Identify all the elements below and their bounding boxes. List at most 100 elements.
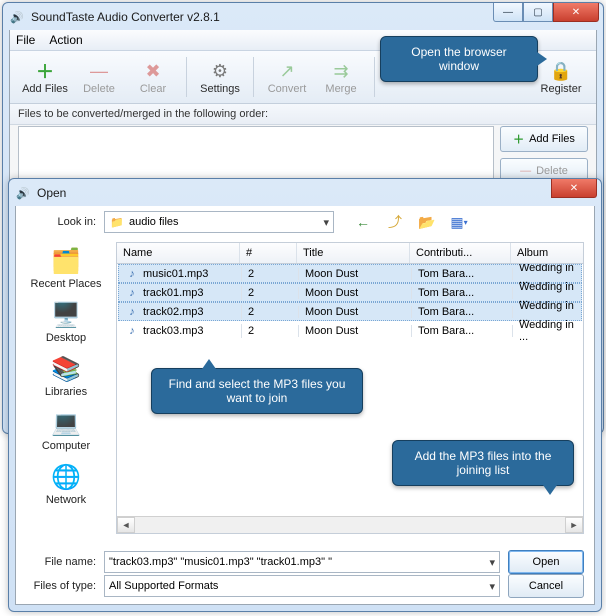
nav-up-button[interactable]: ⤴ bbox=[384, 211, 406, 233]
file-album: Wedding in ... bbox=[513, 319, 581, 343]
convert-icon: ↗ bbox=[279, 59, 294, 83]
main-title: SoundTaste Audio Converter v2.8.1 bbox=[31, 10, 220, 24]
maximize-button[interactable]: ▢ bbox=[523, 3, 553, 22]
side-add-files[interactable]: ＋Add Files bbox=[500, 126, 588, 152]
app-icon: 🔊 bbox=[9, 9, 25, 25]
lookin-label: Look in: bbox=[26, 216, 96, 228]
col-num[interactable]: # bbox=[240, 243, 297, 263]
file-name: track03.mp3 bbox=[143, 325, 204, 337]
file-list-header[interactable]: Name # Title Contributi... Album bbox=[116, 242, 584, 264]
tooltip-find-select: Find and select the MP3 files you want t… bbox=[151, 368, 363, 414]
tb-add-files[interactable]: ＋Add Files bbox=[18, 53, 72, 101]
lock-icon: 🔒 bbox=[550, 59, 572, 83]
tb-convert[interactable]: ↗Convert bbox=[260, 53, 314, 101]
file-title: Moon Dust bbox=[299, 325, 412, 337]
file-contrib: Tom Bara... bbox=[412, 287, 513, 299]
minus-icon: — bbox=[90, 59, 108, 83]
place-label: Network bbox=[46, 494, 86, 506]
tb-clear[interactable]: ✖Clear bbox=[126, 53, 180, 101]
music-file-icon: ♪ bbox=[125, 286, 139, 300]
nav-views-button[interactable]: ▦▾ bbox=[448, 211, 470, 233]
music-file-icon: ♪ bbox=[125, 305, 139, 319]
file-contrib: Tom Bara... bbox=[412, 306, 513, 318]
file-title: Moon Dust bbox=[299, 287, 412, 299]
menu-action[interactable]: Action bbox=[49, 33, 82, 47]
lookin-row: Look in: 📁 audio files ▾ ← ⤴ 📂 ▦▾ bbox=[16, 206, 594, 238]
scroll-right-icon[interactable]: ► bbox=[565, 517, 583, 533]
col-title[interactable]: Title bbox=[297, 243, 410, 263]
place-label: Libraries bbox=[45, 386, 87, 398]
lookin-value: audio files bbox=[129, 216, 179, 228]
gear-icon: ⚙ bbox=[212, 59, 228, 83]
nav-newfolder-button[interactable]: 📂 bbox=[416, 211, 438, 233]
file-title: Moon Dust bbox=[299, 306, 412, 318]
dialog-icon: 🔊 bbox=[15, 185, 31, 201]
toolbar-separator bbox=[374, 57, 375, 97]
place-network[interactable]: 🌐 Network bbox=[46, 462, 86, 506]
file-name: track02.mp3 bbox=[143, 306, 204, 318]
plus-icon: ＋ bbox=[513, 131, 524, 147]
list-caption: Files to be converted/merged in the foll… bbox=[10, 104, 596, 125]
file-num: 2 bbox=[242, 268, 299, 280]
place-icon: 💻 bbox=[48, 408, 84, 438]
dialog-close-button[interactable]: ✕ bbox=[551, 179, 597, 198]
dialog-titlebar[interactable]: 🔊 Open ✕ bbox=[9, 179, 601, 207]
place-label: Recent Places bbox=[31, 278, 102, 290]
menu-file[interactable]: File bbox=[16, 33, 35, 47]
filetype-value: All Supported Formats bbox=[109, 580, 218, 592]
chevron-down-icon: ▾ bbox=[323, 216, 329, 229]
nav-back-button[interactable]: ← bbox=[352, 211, 374, 233]
minimize-button[interactable]: — bbox=[493, 3, 523, 22]
place-icon: 🌐 bbox=[48, 462, 84, 492]
col-name[interactable]: Name bbox=[117, 243, 240, 263]
col-contrib[interactable]: Contributi... bbox=[410, 243, 511, 263]
file-num: 2 bbox=[242, 287, 299, 299]
file-title: Moon Dust bbox=[299, 268, 412, 280]
chevron-down-icon: ▾ bbox=[489, 580, 495, 593]
tb-delete[interactable]: —Delete bbox=[72, 53, 126, 101]
file-num: 2 bbox=[242, 325, 299, 337]
music-file-icon: ♪ bbox=[125, 267, 139, 281]
file-num: 2 bbox=[242, 306, 299, 318]
place-recent-places[interactable]: 🗂️ Recent Places bbox=[31, 246, 102, 290]
horizontal-scrollbar[interactable]: ◄ ► bbox=[117, 516, 583, 533]
filename-label: File name: bbox=[26, 556, 96, 568]
minus-icon: — bbox=[520, 165, 531, 177]
filename-input[interactable]: "track03.mp3" "music01.mp3" "track01.mp3… bbox=[104, 551, 500, 573]
cancel-button[interactable]: Cancel bbox=[508, 574, 584, 598]
toolbar-separator bbox=[186, 57, 187, 97]
merge-icon: ⇉ bbox=[333, 59, 348, 83]
file-name: track01.mp3 bbox=[143, 287, 204, 299]
place-computer[interactable]: 💻 Computer bbox=[42, 408, 90, 452]
tb-merge[interactable]: ⇉Merge bbox=[314, 53, 368, 101]
col-album[interactable]: Album bbox=[511, 243, 583, 263]
plus-icon: ＋ bbox=[36, 59, 54, 83]
tooltip-open-browser: Open the browser window bbox=[380, 36, 538, 82]
filetype-combo[interactable]: All Supported Formats ▾ bbox=[104, 575, 500, 597]
place-icon: 🖥️ bbox=[48, 300, 84, 330]
x-icon: ✖ bbox=[145, 59, 160, 83]
tb-settings[interactable]: ⚙Settings bbox=[193, 53, 247, 101]
file-contrib: Tom Bara... bbox=[412, 268, 513, 280]
lookin-combo[interactable]: 📁 audio files ▾ bbox=[104, 211, 334, 233]
scroll-left-icon[interactable]: ◄ bbox=[117, 517, 135, 533]
place-icon: 📚 bbox=[48, 354, 84, 384]
music-file-icon: ♪ bbox=[125, 324, 139, 338]
places-bar: 🗂️ Recent Places 🖥️ Desktop 📚 Libraries 💻 Compu… bbox=[16, 242, 116, 534]
main-titlebar[interactable]: 🔊 SoundTaste Audio Converter v2.8.1 — ▢ … bbox=[3, 3, 603, 31]
place-label: Desktop bbox=[46, 332, 86, 344]
tooltip-add-list: Add the MP3 files into the joining list bbox=[392, 440, 574, 486]
chevron-down-icon: ▾ bbox=[489, 556, 495, 569]
folder-icon: 📁 bbox=[109, 214, 125, 230]
file-contrib: Tom Bara... bbox=[412, 325, 513, 337]
place-icon: 🗂️ bbox=[48, 246, 84, 276]
place-libraries[interactable]: 📚 Libraries bbox=[45, 354, 87, 398]
open-button[interactable]: Open bbox=[508, 550, 584, 574]
place-desktop[interactable]: 🖥️ Desktop bbox=[46, 300, 86, 344]
dialog-title: Open bbox=[37, 186, 66, 200]
file-row[interactable]: ♪ track03.mp3 2Moon DustTom Bara...Wedding… bbox=[118, 321, 582, 340]
filename-value: "track03.mp3" "music01.mp3" "track01.mp3… bbox=[109, 556, 332, 568]
toolbar-separator bbox=[253, 57, 254, 97]
close-button[interactable]: ✕ bbox=[553, 3, 599, 22]
place-label: Computer bbox=[42, 440, 90, 452]
